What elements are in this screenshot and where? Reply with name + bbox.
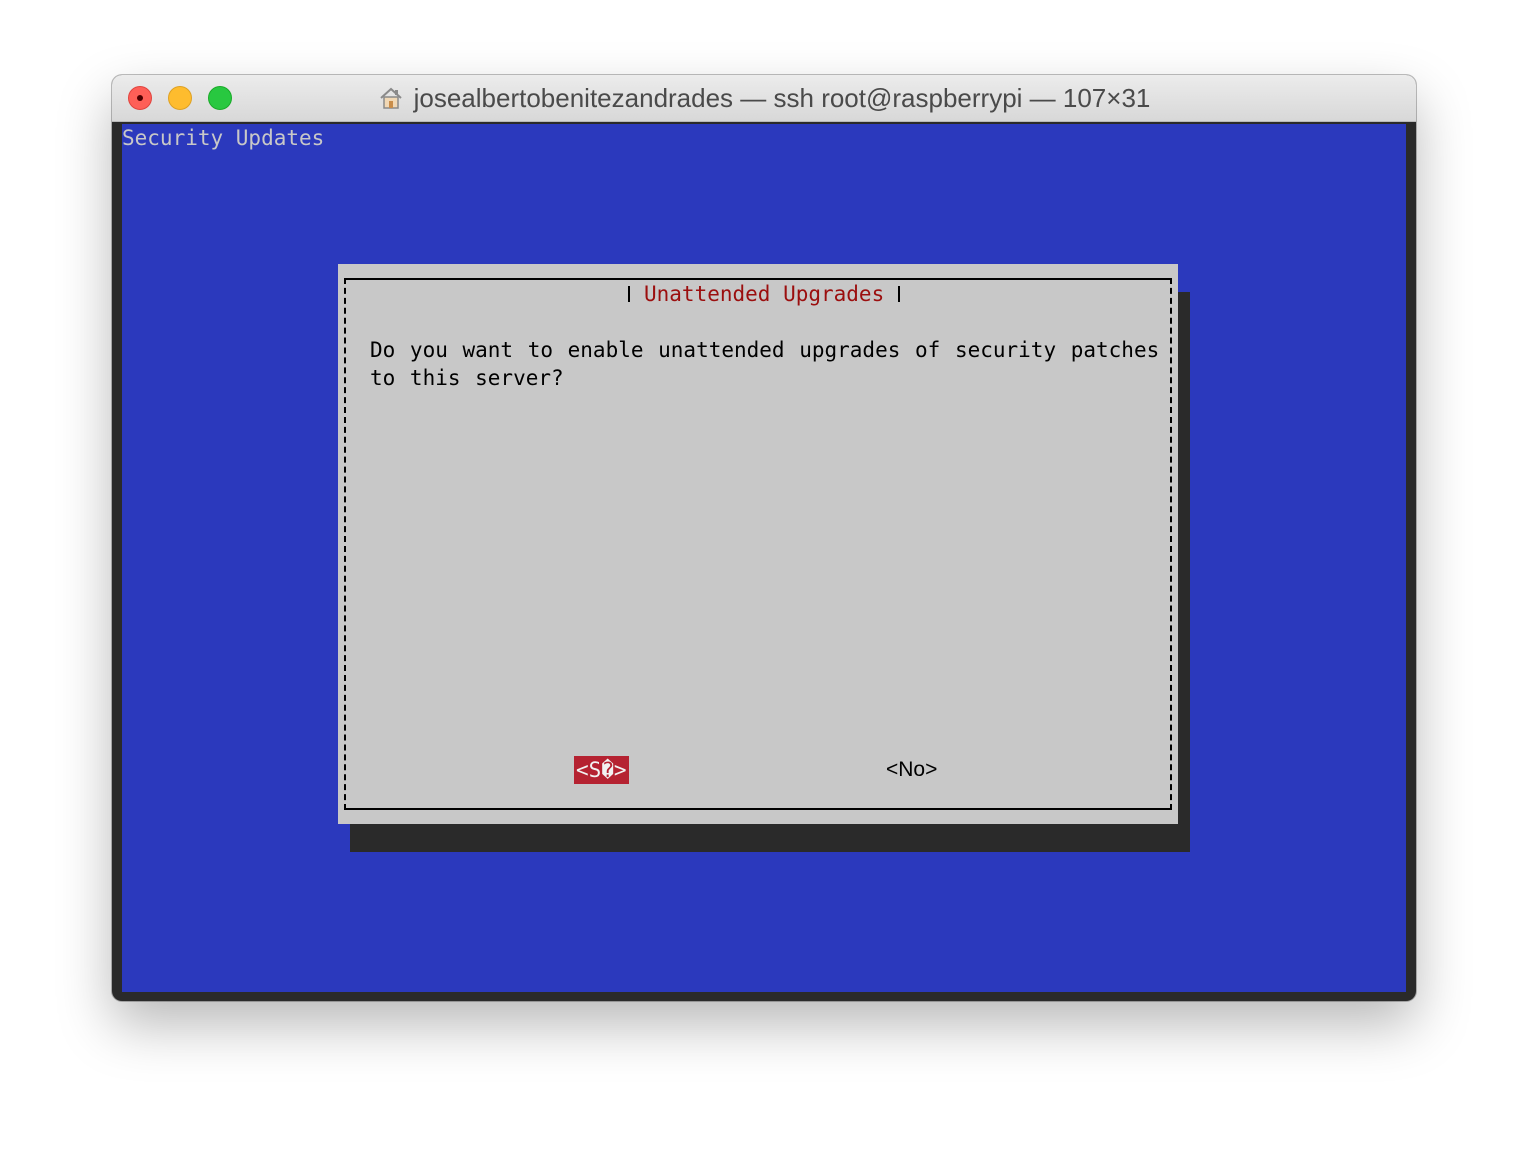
home-icon — [379, 87, 402, 109]
terminal-window: josealbertobenitezandrades — ssh root@ra… — [112, 75, 1416, 1001]
terminal-screen[interactable]: Security Updates Unattended Upgrades Do … — [122, 124, 1406, 992]
yes-button[interactable]: <S�> — [574, 756, 629, 784]
dialog-title: Unattended Upgrades — [628, 280, 901, 308]
unattended-upgrades-dialog: Unattended Upgrades Do you want to enabl… — [338, 264, 1178, 824]
window-title-text: josealbertobenitezandrades — ssh root@ra… — [413, 82, 1151, 113]
title-bar[interactable]: josealbertobenitezandrades — ssh root@ra… — [112, 75, 1416, 122]
no-button[interactable]: <No> — [884, 756, 939, 784]
backtitle: Security Updates — [122, 126, 325, 150]
dialog-frame: Unattended Upgrades Do you want to enabl… — [344, 278, 1172, 810]
window-title: josealbertobenitezandrades — ssh root@ra… — [112, 75, 1416, 121]
dialog-message: Do you want to enable unattended upgrade… — [370, 338, 1160, 390]
